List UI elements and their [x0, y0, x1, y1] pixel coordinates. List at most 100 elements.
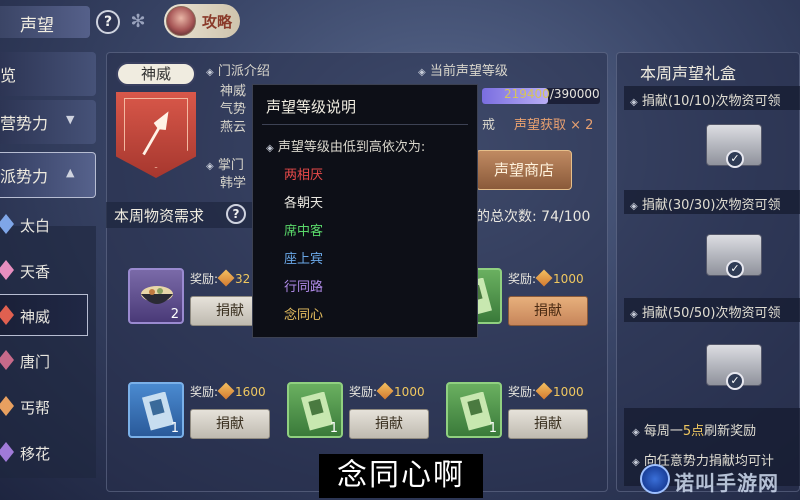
item-qty: 1: [329, 421, 338, 436]
yihua-icon: [0, 442, 14, 462]
reward-value: 1000: [394, 385, 425, 399]
reward-value: 1000: [553, 272, 584, 286]
brush-icon: [376, 382, 394, 400]
reward-value: 1000: [553, 385, 584, 399]
leader-name: 韩学: [220, 176, 247, 191]
brush-icon: [535, 269, 553, 287]
sect-item-shenwei[interactable]: 神威: [0, 294, 88, 336]
item-food[interactable]: 2: [128, 268, 184, 324]
gift-row: ◈ 捐献(30/30)次物资可领: [624, 190, 800, 214]
nav-label: 览: [0, 66, 17, 85]
donate-button[interactable]: 捐献: [190, 409, 270, 439]
chevron-up-icon: ▲: [66, 166, 75, 179]
donate-button[interactable]: 捐献: [508, 409, 588, 439]
help-button[interactable]: ?: [96, 10, 120, 34]
reward-label: 奖励:: [349, 385, 378, 399]
note-highlight: 5点: [682, 424, 705, 439]
weekly-title: 本周物资需求: [114, 207, 205, 225]
item-green-scroll[interactable]: 1: [446, 382, 502, 438]
sect-item-yihua[interactable]: 移花: [0, 432, 88, 474]
reward-label: 奖励:: [190, 272, 219, 286]
nav-item-camp[interactable]: 营势力 ▼: [0, 100, 96, 144]
gift-row-label: 捐献(30/30)次物资可领: [641, 198, 781, 213]
current-level-header: ◈ 当前声望等级: [418, 60, 508, 79]
item-qty: 1: [488, 421, 497, 436]
item-reward: 奖励: 1600: [190, 382, 266, 400]
item-qty: 1: [170, 421, 179, 436]
watermark-logo-icon: [640, 464, 670, 494]
item-blue-scroll[interactable]: 1: [128, 382, 184, 438]
diamond-icon: ◈: [206, 161, 214, 172]
leader-label: 掌门: [217, 158, 244, 173]
sect-item-tangmen[interactable]: 唐门: [0, 340, 88, 382]
nav-label: 营势力: [0, 114, 49, 133]
gift-row-label: 捐献(50/50)次物资可领: [641, 306, 781, 321]
reward-value: 1600: [235, 385, 266, 399]
item-green-scroll[interactable]: 1: [287, 382, 343, 438]
reputation-shop-button[interactable]: 声望商店: [476, 150, 572, 190]
sect-label: 天香: [20, 263, 51, 281]
intro-line: 燕云: [220, 120, 247, 135]
gear-icon[interactable]: ✻: [128, 12, 148, 32]
nav-item-overview[interactable]: 览: [0, 52, 96, 96]
reward-value: 32: [235, 272, 251, 286]
guide-button[interactable]: 攻略: [164, 4, 240, 38]
popup-desc: ◈ 声望等级由低到高依次为:: [266, 136, 425, 155]
sect-label: 神威: [20, 308, 51, 326]
rank-label: 念同心: [284, 308, 324, 323]
popup-divider: [262, 124, 468, 125]
brush-icon: [217, 269, 235, 287]
obtain-bonus: 声望获取 × 2: [514, 118, 594, 133]
intro-line: 气势: [220, 102, 247, 117]
reward-label: 奖励:: [508, 385, 537, 399]
guide-label: 攻略: [202, 13, 233, 31]
sect-item-taibai[interactable]: 太白: [0, 204, 88, 246]
popup-desc-text: 声望等级由低到高依次为:: [277, 140, 426, 155]
check-icon: ✓: [726, 260, 744, 278]
scroll-icon: [142, 392, 174, 431]
note-post: 刷新奖励: [704, 424, 757, 439]
page-title-tab: 声望: [0, 6, 90, 38]
gift-row-label: 捐献(10/10)次物资可领: [641, 94, 781, 109]
nav-label: 派势力: [0, 167, 49, 186]
diamond-icon: ◈: [630, 201, 638, 212]
weekly-count: 的总次数: 74/100: [476, 209, 591, 225]
reward-label: 奖励:: [190, 385, 219, 399]
shenwei-icon: [0, 305, 14, 325]
sect-label: 唐门: [20, 353, 51, 371]
tianxiang-icon: [0, 260, 14, 280]
scroll-icon: [460, 392, 492, 431]
diamond-icon: ◈: [206, 67, 214, 78]
rank-label: 席中客: [284, 224, 324, 239]
item-qty: 2: [170, 307, 179, 322]
popup-title: 声望等级说明: [266, 98, 357, 116]
diamond-icon: ◈: [630, 309, 638, 320]
watermark: 诺叫手游网: [640, 462, 800, 500]
item-reward: 奖励: 32: [190, 269, 251, 287]
progress-current: 219400: [504, 87, 550, 101]
intro-label: 门派介绍: [217, 64, 270, 79]
brush-icon: [535, 382, 553, 400]
sect-item-gaibang[interactable]: 丐帮: [0, 386, 88, 428]
rank-label: 座上宾: [284, 252, 324, 267]
rank-label: 两相厌: [284, 168, 324, 183]
guide-avatar: [166, 6, 196, 36]
nav-item-sect[interactable]: 派势力 ▲: [0, 152, 96, 198]
rank-label: 行同路: [284, 280, 324, 295]
weekly-help-button[interactable]: ?: [226, 204, 246, 224]
diamond-icon: ◈: [418, 67, 426, 78]
leader-header: ◈ 掌门: [206, 154, 244, 173]
obtain-prefix: 戒: [482, 118, 496, 133]
donate-button[interactable]: 捐献: [349, 409, 429, 439]
reward-label: 奖励:: [508, 272, 537, 286]
page-title: 声望: [20, 16, 54, 36]
brush-icon: [217, 382, 235, 400]
watermark-text: 诺叫手游网: [674, 471, 779, 495]
chevron-down-icon: ▼: [66, 113, 75, 126]
donate-button[interactable]: 捐献: [508, 296, 588, 326]
diamond-icon: ◈: [630, 97, 638, 108]
intro-header: ◈ 门派介绍: [206, 60, 270, 79]
rank-label: 各朝天: [284, 196, 324, 211]
sect-item-tianxiang[interactable]: 天香: [0, 250, 88, 292]
item-reward: 奖励: 1000: [508, 382, 584, 400]
